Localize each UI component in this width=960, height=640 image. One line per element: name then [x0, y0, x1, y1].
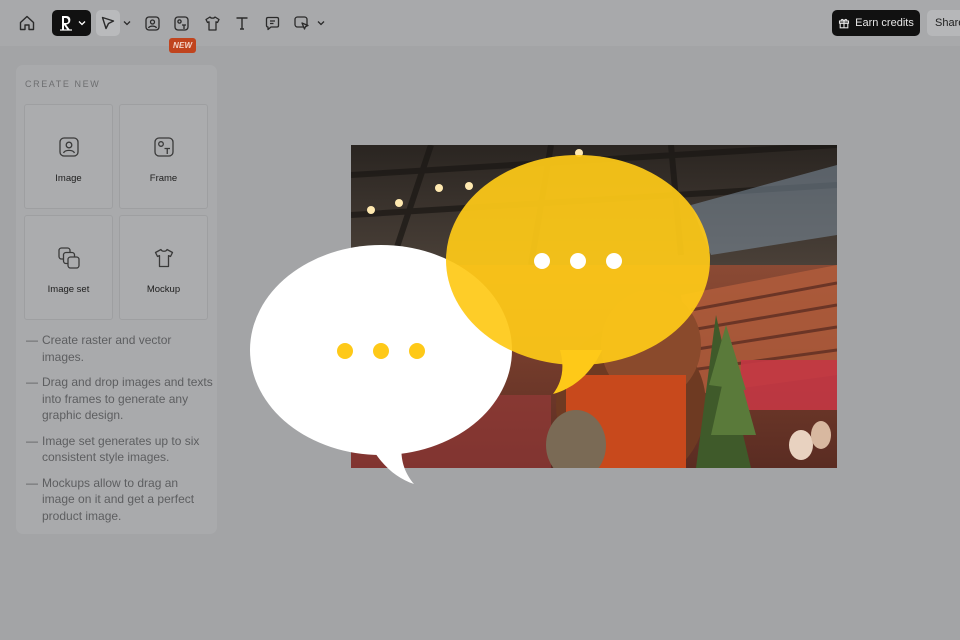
typing-dot	[606, 253, 622, 269]
typing-dot	[534, 253, 550, 269]
typing-dot	[409, 343, 425, 359]
typing-dot	[570, 253, 586, 269]
typing-dot	[373, 343, 389, 359]
speech-bubbles-overlay	[250, 155, 710, 484]
typing-dot	[337, 343, 353, 359]
